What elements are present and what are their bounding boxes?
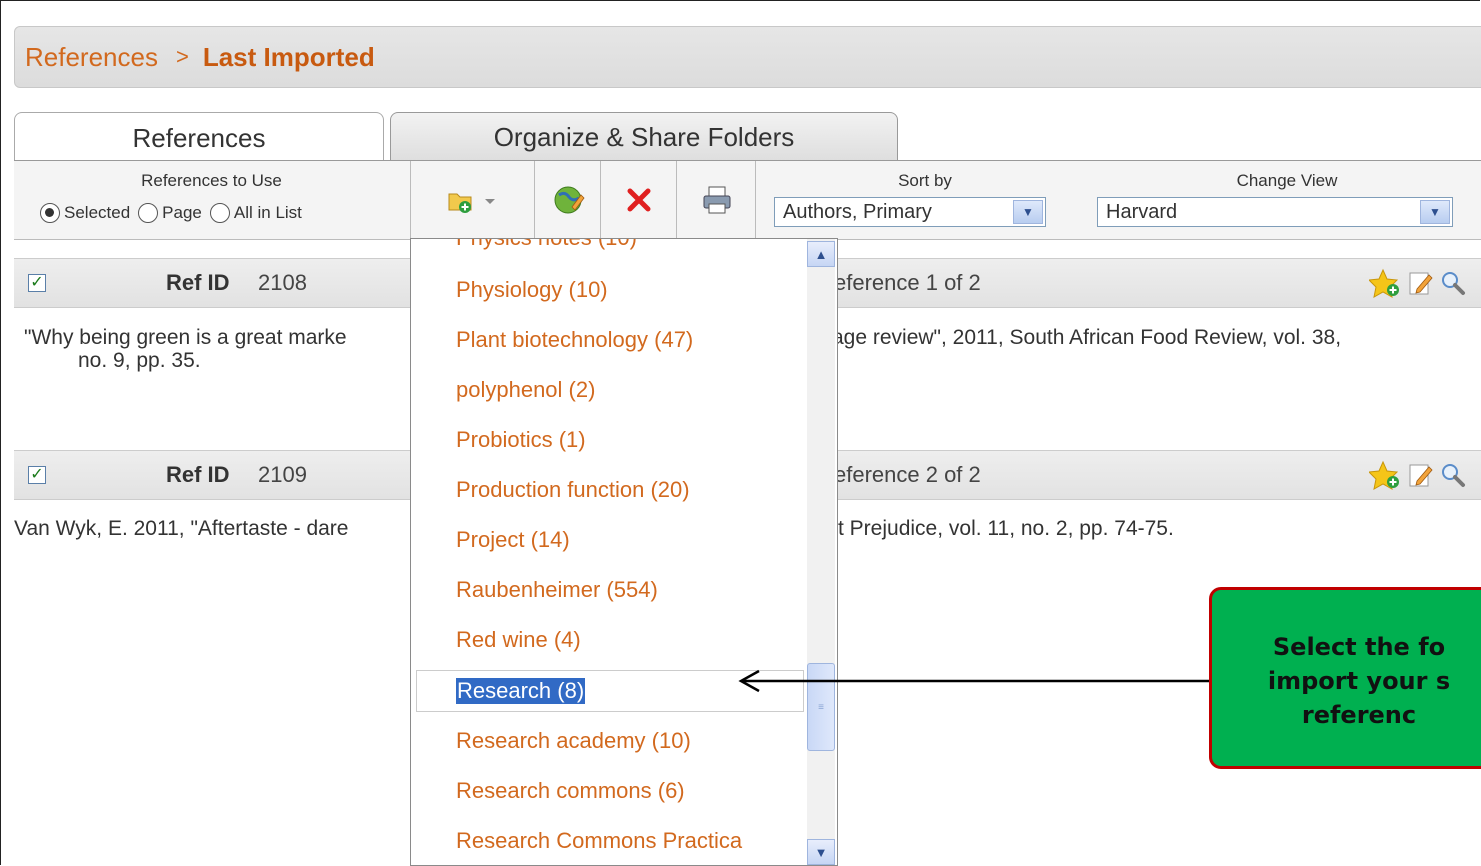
folder-item[interactable]: Research Commons Practica — [456, 828, 742, 854]
ref-id-label: Ref ID — [166, 270, 230, 295]
callout-line-1: Select the fo — [1272, 633, 1446, 661]
references-to-use-group: References to Use Selected Page All in L… — [14, 161, 409, 239]
folder-item[interactable]: polyphenol (2) — [456, 377, 595, 403]
radio-all-in-list-label: All in List — [233, 203, 302, 222]
scroll-down-icon[interactable]: ▼ — [807, 839, 835, 865]
folder-item[interactable]: Physiology (10) — [456, 277, 608, 303]
radio-selected[interactable]: Selected — [40, 203, 130, 223]
reference-count: eference 2 of 2 — [834, 462, 981, 487]
reference-citation-tail: t Prejudice, vol. 11, no. 2, pp. 74-75. — [838, 517, 1174, 540]
chevron-down-icon: ▼ — [1013, 200, 1043, 224]
folder-item[interactable]: Research academy (10) — [456, 728, 691, 754]
citation-line-1-tail: t Prejudice, vol. 11, no. 2, pp. 74-75. — [838, 517, 1174, 540]
toolbar: References to Use Selected Page All in L… — [14, 160, 1481, 240]
callout-line-2: import your s — [1267, 667, 1451, 695]
callout-arrow — [738, 669, 1210, 693]
folder-item[interactable]: Probiotics (1) — [456, 427, 586, 453]
sort-by-select[interactable]: Authors, Primary ▼ — [774, 197, 1046, 227]
citation-line-1: Van Wyk, E. 2011, "Aftertaste - dare — [14, 517, 349, 540]
breadcrumb-root-link[interactable]: References — [25, 42, 158, 73]
change-view-select[interactable]: Harvard ▼ — [1097, 197, 1453, 227]
references-to-use-title: References to Use — [141, 171, 282, 190]
magnifier-icon[interactable] — [1439, 269, 1467, 297]
sort-by-title: Sort by — [898, 171, 952, 190]
folder-item[interactable]: Research commons (6) — [456, 778, 685, 804]
breadcrumb-current: Last Imported — [202, 41, 375, 72]
online-search-button[interactable] — [534, 161, 601, 239]
callout-line-3: referenc — [1301, 701, 1417, 729]
folder-item[interactable]: Raubenheimer (554) — [456, 577, 658, 603]
scroll-up-icon[interactable]: ▲ — [807, 241, 835, 267]
add-to-folder-button[interactable] — [410, 161, 535, 239]
star-add-icon[interactable] — [1369, 460, 1403, 490]
radio-all-in-list-dot — [209, 203, 230, 223]
magnifier-icon[interactable] — [1439, 461, 1467, 489]
breadcrumb-separator: > — [175, 44, 189, 69]
reference-citation: "Why being green is a great marke — [24, 326, 347, 349]
print-button[interactable] — [676, 161, 756, 239]
folder-item[interactable]: Production function (20) — [456, 477, 690, 503]
star-add-icon[interactable] — [1369, 268, 1403, 298]
citation-line-2: no. 9, pp. 35. — [78, 349, 201, 372]
folder-item[interactable]: Plant biotechnology (47) — [456, 327, 693, 353]
breadcrumb: References > Last Imported — [14, 26, 1481, 88]
folder-item-selected[interactable]: Research (8) — [456, 678, 586, 704]
citation-line-1: "Why being green is a great marke — [24, 326, 347, 349]
globe-icon — [554, 186, 585, 214]
radio-all-in-list[interactable]: All in List — [209, 203, 302, 223]
radio-selected-dot — [40, 203, 60, 223]
row-actions — [1369, 460, 1467, 490]
sort-by-value: Authors, Primary — [783, 200, 932, 223]
citation-line-1-tail: age review", 2011, South African Food Re… — [832, 326, 1342, 349]
print-icon — [703, 186, 730, 214]
radio-selected-label: Selected — [64, 203, 131, 222]
delete-icon — [627, 188, 651, 212]
folder-item-partial[interactable]: Physics notes (10) — [456, 239, 637, 251]
edit-icon[interactable] — [1407, 461, 1435, 489]
folder-dropdown[interactable]: Physics notes (10) Physiology (10) Plant… — [410, 238, 838, 866]
radio-page-label: Page — [162, 203, 202, 222]
sort-by-group: Sort by Authors, Primary ▼ — [755, 161, 1094, 239]
radio-page-dot — [138, 203, 159, 223]
change-view-group: Change View Harvard ▼ — [1093, 161, 1481, 239]
folder-item[interactable]: Project (14) — [456, 527, 570, 553]
reference-count: eference 1 of 2 — [834, 270, 981, 295]
change-view-title: Change View — [1236, 171, 1338, 190]
reference-citation-continued: no. 9, pp. 35. — [78, 349, 201, 372]
delete-button[interactable] — [600, 161, 677, 239]
reference-checkbox[interactable]: ✓ — [28, 466, 46, 484]
edit-icon[interactable] — [1407, 269, 1435, 297]
instruction-callout: Select the fo import your s referenc — [1209, 587, 1481, 769]
chevron-down-icon: ▼ — [1420, 200, 1450, 224]
reference-citation: Van Wyk, E. 2011, "Aftertaste - dare — [14, 517, 348, 540]
folder-add-icon — [448, 193, 495, 213]
ref-id-value: 2108 — [258, 270, 307, 295]
tab-references[interactable]: References — [14, 112, 384, 163]
radio-page[interactable]: Page — [138, 203, 202, 223]
reference-citation-tail: age review", 2011, South African Food Re… — [832, 326, 1341, 349]
dropdown-scrollbar[interactable]: ▲ ≡ ▼ — [807, 239, 835, 865]
ref-id-label: Ref ID — [166, 462, 230, 487]
tab-organize-share-folders[interactable]: Organize & Share Folders — [390, 112, 898, 161]
row-actions — [1369, 268, 1467, 298]
folder-item[interactable]: Red wine (4) — [456, 627, 581, 653]
ref-id-value: 2109 — [258, 462, 307, 487]
reference-checkbox[interactable]: ✓ — [28, 274, 46, 292]
change-view-value: Harvard — [1106, 200, 1178, 223]
